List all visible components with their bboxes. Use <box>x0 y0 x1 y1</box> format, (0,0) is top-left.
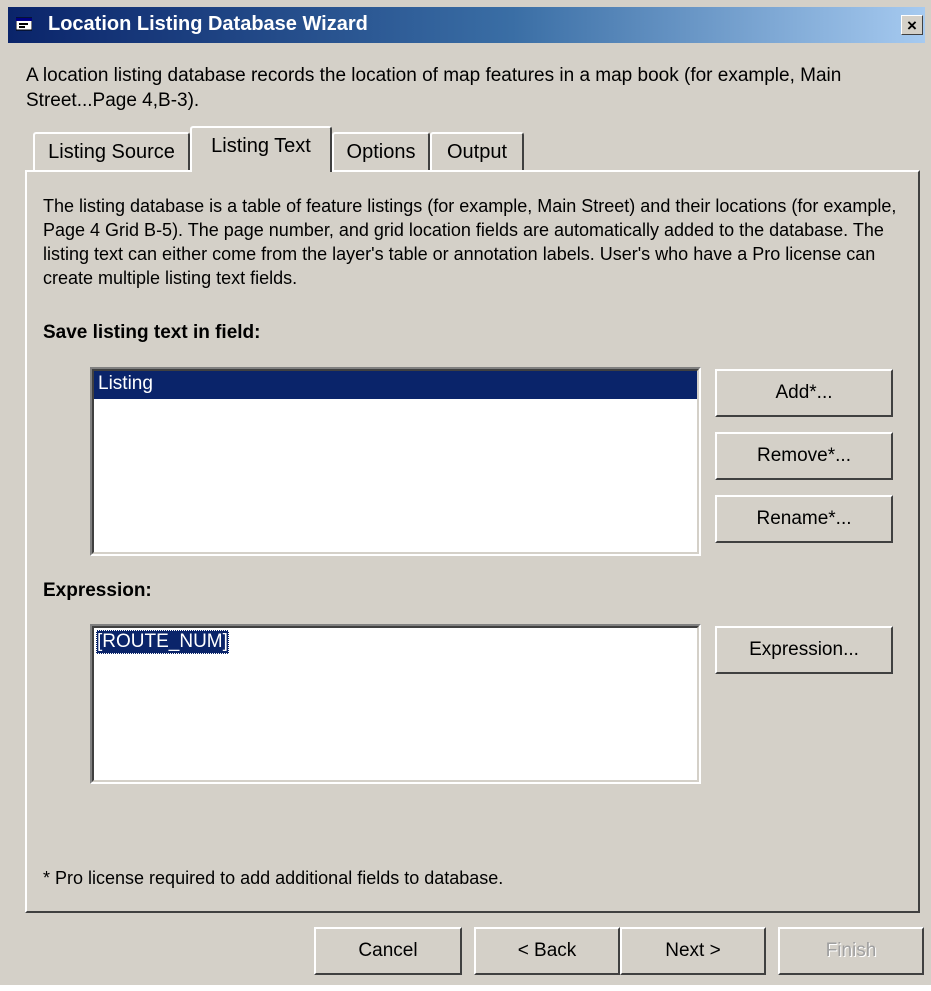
listing-text-panel: The listing database is a table of featu… <box>25 170 920 913</box>
wizard-app-icon <box>16 17 32 31</box>
add-field-button[interactable]: Add*... <box>715 369 893 417</box>
window-title: Location Listing Database Wizard <box>48 13 368 35</box>
wizard-window: Location Listing Database Wizard × A loc… <box>0 0 931 985</box>
back-button[interactable]: < Back <box>474 927 620 975</box>
tab-listing-text[interactable]: Listing Text <box>190 126 332 172</box>
next-button[interactable]: Next > <box>620 927 766 975</box>
finish-button[interactable]: Finish <box>778 927 924 975</box>
pro-license-footnote: * Pro license required to add additional… <box>43 868 504 888</box>
title-bar[interactable]: Location Listing Database Wizard <box>8 7 925 43</box>
tab-listing-source[interactable]: Listing Source <box>33 132 190 172</box>
tab-options[interactable]: Options <box>332 132 430 172</box>
expression-builder-button[interactable]: Expression... <box>715 626 893 674</box>
list-item-listing[interactable]: Listing <box>94 371 697 399</box>
intro-text: A location listing database records the … <box>26 65 842 111</box>
rename-field-button[interactable]: Rename*... <box>715 495 893 543</box>
tab-output[interactable]: Output <box>430 132 524 172</box>
close-button[interactable]: × <box>901 15 923 35</box>
expression-label: Expression: <box>43 580 152 601</box>
remove-field-button[interactable]: Remove*... <box>715 432 893 480</box>
cancel-button[interactable]: Cancel <box>314 927 462 975</box>
close-icon: × <box>907 15 917 35</box>
expression-value: [ROUTE_NUM] <box>96 630 229 654</box>
panel-description: The listing database is a table of featu… <box>43 196 897 288</box>
field-listbox[interactable]: Listing <box>90 367 701 556</box>
save-field-label: Save listing text in field: <box>43 322 261 343</box>
expression-textbox[interactable]: [ROUTE_NUM] <box>90 624 701 784</box>
